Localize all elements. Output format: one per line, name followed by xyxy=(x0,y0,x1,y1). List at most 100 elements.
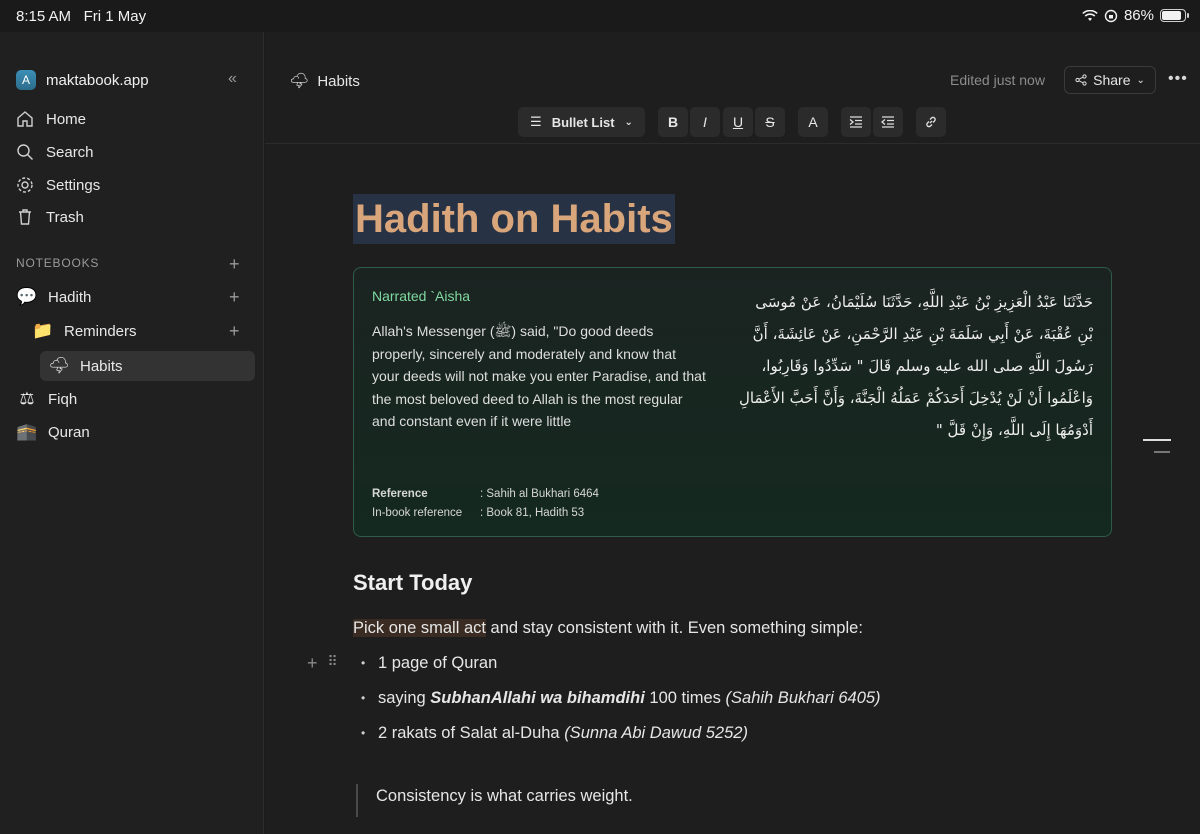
list-icon: ☰ xyxy=(530,114,542,129)
workspace-switcher[interactable]: A maktabook.app xyxy=(16,70,149,90)
inbook-value: : Book 81, Hadith 53 xyxy=(480,507,585,519)
cloud-icon: 🌩 xyxy=(48,356,70,375)
time-text: 8:15 AM xyxy=(16,8,72,25)
share-icon xyxy=(1075,74,1087,86)
dhikr-text: SubhanAllahi wa bihamdihi xyxy=(430,689,645,707)
orientation-lock-icon xyxy=(1104,9,1118,22)
hadith-reference: Reference : Sahih al Bukhari 6464 In-book… xyxy=(372,485,599,523)
narrator: Narrated `Aisha xyxy=(372,288,471,304)
hadith-card: Narrated `Aisha Allah's Messenger (ﷺ) sa… xyxy=(353,267,1112,537)
format-toolbar: ☰ Bullet List ⌄ B I U S A xyxy=(265,107,1200,139)
outdent-button[interactable] xyxy=(873,107,903,137)
status-bar: 8:15 AM Fri 1 May 86% xyxy=(0,0,1200,32)
notebook-fiqh-label: Fiqh xyxy=(48,390,78,408)
add-to-hadith-button[interactable]: + xyxy=(229,288,240,306)
text-color-button[interactable]: A xyxy=(798,107,828,137)
add-to-reminders-button[interactable]: + xyxy=(229,322,240,340)
main-pane: 🌩 Habits Edited just now Share ⌄ ••• ☰ B… xyxy=(265,32,1200,834)
add-block-icon[interactable]: + xyxy=(307,653,318,674)
edited-status: Edited just now xyxy=(950,72,1045,88)
nav-settings-label: Settings xyxy=(46,176,101,194)
collapse-sidebar-icon[interactable]: « xyxy=(228,70,237,88)
reference-value: : Sahih al Bukhari 6464 xyxy=(480,488,599,500)
underline-button[interactable]: U xyxy=(723,107,753,137)
nav-home-label: Home xyxy=(46,110,87,128)
list-item[interactable]: 1 page of Quran xyxy=(361,652,881,687)
list-item-text: saying xyxy=(378,689,431,707)
battery-fill xyxy=(1162,11,1181,20)
home-icon xyxy=(16,110,34,128)
link-button[interactable] xyxy=(916,107,946,137)
nav-home[interactable]: Home xyxy=(16,110,86,128)
block-handle[interactable]: + ⠿ xyxy=(307,653,338,674)
list-item[interactable]: 2 rakats of Salat al-Duha (Sunna Abi Daw… xyxy=(361,722,881,757)
bullet-list: 1 page of Quran saying SubhanAllahi wa b… xyxy=(361,652,881,757)
kaaba-icon: 🕋 xyxy=(16,422,38,441)
inbook-label: In-book reference xyxy=(372,507,463,519)
section-heading[interactable]: Start Today xyxy=(353,570,472,596)
gear-icon xyxy=(16,176,34,194)
page-habits[interactable]: 🌩 Habits xyxy=(48,356,122,376)
indent-icon xyxy=(849,116,862,128)
citation-text: (Sunna Abi Dawud 5252) xyxy=(564,724,748,742)
date-text: Fri 1 May xyxy=(83,8,147,25)
reference-label: Reference xyxy=(372,488,428,500)
share-label: Share xyxy=(1093,72,1131,88)
notebook-quran[interactable]: 🕋 Quran xyxy=(16,422,90,442)
notebook-hadith[interactable]: 💬 Hadith xyxy=(16,287,91,307)
blockquote[interactable]: Consistency is what carries weight. xyxy=(356,784,633,817)
scroll-indicator-icon xyxy=(1143,439,1171,453)
intro-paragraph[interactable]: Pick one small act and stay consistent w… xyxy=(353,619,863,638)
citation-text: (Sahih Bukhari 6405) xyxy=(725,689,881,707)
hadith-arabic: حَدَّثَنَا عَبْدُ الْعَزِيزِ بْنُ عَبْدِ… xyxy=(739,293,1093,439)
sidebar: A maktabook.app « Home Search Settings T… xyxy=(0,32,264,834)
hadith-english: Allah's Messenger (ﷺ) said, "Do good dee… xyxy=(372,323,706,429)
share-button[interactable]: Share ⌄ xyxy=(1064,66,1156,94)
chevron-down-icon: ⌄ xyxy=(624,116,633,128)
battery-percent: 86% xyxy=(1123,7,1154,24)
notebook-reminders[interactable]: 📁 Reminders xyxy=(32,321,137,341)
link-icon xyxy=(926,116,936,128)
notebooks-section-label: NOTEBOOKS xyxy=(16,256,100,270)
notebook-reminders-label: Reminders xyxy=(64,322,137,340)
bold-button[interactable]: B xyxy=(658,107,688,137)
status-right: 86% xyxy=(1082,7,1189,24)
workspace-avatar: A xyxy=(16,70,36,90)
italic-button[interactable]: I xyxy=(690,107,720,137)
page-title[interactable]: Hadith on Habits xyxy=(353,194,675,244)
strikethrough-button[interactable]: S xyxy=(755,107,785,137)
wifi-icon xyxy=(1082,9,1098,21)
add-notebook-button[interactable]: + xyxy=(229,255,240,273)
list-item-text: 1 page of Quran xyxy=(378,654,498,672)
indent-button[interactable] xyxy=(841,107,871,137)
notebook-fiqh[interactable]: ⚖ Fiqh xyxy=(16,389,77,409)
breadcrumb-title: Habits xyxy=(317,72,360,90)
block-type-label: Bullet List xyxy=(551,114,615,130)
nav-search[interactable]: Search xyxy=(16,143,94,161)
scales-icon: ⚖ xyxy=(19,389,35,408)
nav-trash[interactable]: Trash xyxy=(16,208,84,226)
editor-header: 🌩 Habits Edited just now Share ⌄ ••• ☰ B… xyxy=(265,32,1200,144)
drag-handle-icon[interactable]: ⠿ xyxy=(328,653,338,674)
chevron-down-icon: ⌄ xyxy=(1136,74,1145,86)
outdent-icon xyxy=(881,116,894,128)
list-item-text: 2 rakats of Salat al-Duha xyxy=(378,724,565,742)
notebook-hadith-label: Hadith xyxy=(48,288,92,306)
nav-settings[interactable]: Settings xyxy=(16,176,100,194)
breadcrumb[interactable]: 🌩 Habits xyxy=(289,71,360,91)
cloud-icon: 🌩 xyxy=(289,73,310,90)
status-time: 8:15 AM Fri 1 May xyxy=(16,8,146,25)
chat-bubble-icon: 💬 xyxy=(16,287,38,306)
notebook-quran-label: Quran xyxy=(48,423,90,441)
battery-icon xyxy=(1160,9,1189,22)
block-type-select[interactable]: ☰ Bullet List ⌄ xyxy=(518,107,645,137)
nav-search-label: Search xyxy=(46,143,94,161)
folder-icon: 📁 xyxy=(32,321,54,340)
paragraph-text: and stay consistent with it. Even someth… xyxy=(485,619,863,637)
search-icon xyxy=(16,143,34,161)
more-options-icon[interactable]: ••• xyxy=(1168,70,1188,88)
nav-trash-label: Trash xyxy=(46,208,84,226)
trash-icon xyxy=(16,208,34,226)
highlighted-text: Pick one small act xyxy=(353,619,486,637)
list-item[interactable]: saying SubhanAllahi wa bihamdihi 100 tim… xyxy=(361,687,881,722)
